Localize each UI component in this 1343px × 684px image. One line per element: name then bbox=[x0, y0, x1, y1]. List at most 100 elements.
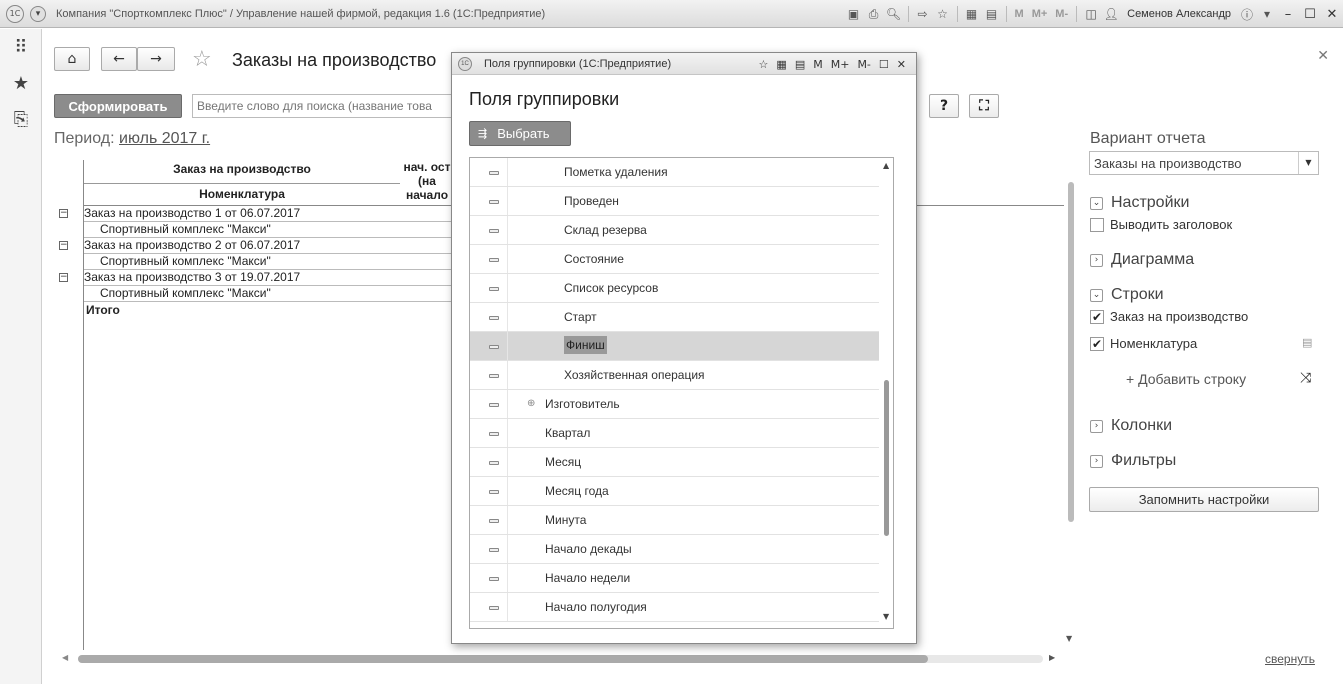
select-button[interactable]: ⇶ Выбрать bbox=[469, 121, 571, 146]
checkbox-checked[interactable]: ✔ bbox=[1090, 336, 1104, 351]
expand-icon[interactable]: ⊕ bbox=[527, 398, 535, 409]
chevron-down-icon[interactable]: ▾ bbox=[1257, 4, 1277, 24]
report-row[interactable]: Заказ на производство 3 от 19.07.2017 bbox=[84, 270, 452, 286]
sections-grid-icon[interactable]: ⠿ bbox=[0, 29, 42, 65]
variant-select[interactable]: Заказы на производство ▼ bbox=[1089, 151, 1319, 175]
grouping-field-item[interactable]: Пометка удаления bbox=[470, 158, 879, 187]
scroll-left-icon[interactable]: ◀ bbox=[62, 653, 68, 662]
report-row[interactable]: Заказ на производство 1 от 06.07.2017 bbox=[84, 206, 452, 222]
report-row[interactable]: Спортивный комплекс "Макси" bbox=[84, 222, 452, 238]
chevron-down-icon: ⌄ bbox=[1090, 196, 1103, 210]
toolbar-separator bbox=[907, 6, 909, 22]
collapse-icon[interactable]: − bbox=[59, 241, 68, 250]
grouping-field-label: Старт bbox=[564, 310, 597, 324]
generate-button[interactable]: Сформировать bbox=[54, 94, 182, 118]
section-columns[interactable]: › Колонки bbox=[1090, 417, 1172, 435]
scroll-down-icon[interactable]: ▼ bbox=[1066, 634, 1072, 643]
grouping-field-item[interactable]: Состояние bbox=[470, 245, 879, 274]
memory-minus-button[interactable]: M- bbox=[857, 58, 870, 71]
grouping-fields-list[interactable]: Начало полугодия Начало недели Начало дека… bbox=[469, 157, 894, 629]
collapse-icon[interactable]: − bbox=[59, 273, 68, 282]
memory-plus-button[interactable]: M+ bbox=[1032, 8, 1048, 20]
favorites-icon[interactable]: ☆ bbox=[933, 4, 953, 24]
list-scrollbar-thumb[interactable] bbox=[884, 380, 889, 536]
grouping-field-item[interactable]: Финиш bbox=[470, 332, 879, 361]
preview-icon[interactable]: 🔍︎ bbox=[884, 4, 904, 24]
horizontal-scrollbar[interactable] bbox=[78, 655, 928, 663]
scroll-right-icon[interactable]: ▶ bbox=[1049, 653, 1055, 662]
show-header-checkbox[interactable]: Выводить заголовок bbox=[1090, 217, 1232, 232]
grouping-field-item[interactable]: Старт bbox=[470, 303, 879, 332]
maximize-icon[interactable]: ☐ bbox=[879, 58, 889, 71]
report-row[interactable]: Заказ на производство 2 от 06.07.2017 bbox=[84, 238, 452, 254]
grouping-field-item[interactable]: Начало декады bbox=[470, 535, 879, 564]
save-icon[interactable]: ▣ bbox=[844, 4, 864, 24]
forward-button[interactable]: → bbox=[137, 47, 175, 71]
memory-plus-button[interactable]: M+ bbox=[831, 58, 850, 71]
grouping-icon[interactable]: ▤ bbox=[1302, 336, 1312, 349]
grouping-field-item[interactable]: ⊕ Изготовитель bbox=[470, 390, 879, 419]
add-row-button[interactable]: + Добавить строку bbox=[1126, 371, 1246, 387]
minimize-icon[interactable]: – bbox=[1277, 7, 1299, 22]
add-to-favorites-icon[interactable]: ☆ bbox=[192, 47, 212, 72]
memory-button[interactable]: M bbox=[1015, 8, 1024, 20]
search-input[interactable] bbox=[192, 94, 454, 118]
section-label: Строки bbox=[1111, 286, 1164, 303]
calculator-icon[interactable]: ▦ bbox=[962, 4, 982, 24]
calculator-icon[interactable]: ▦ bbox=[776, 58, 786, 71]
calendar-icon[interactable]: ▤ bbox=[795, 58, 805, 71]
period-link[interactable]: июль 2017 г. bbox=[119, 130, 210, 147]
close-window-icon[interactable]: ✕ bbox=[1321, 7, 1343, 22]
row-field-nomenclature[interactable]: ✔ Номенклатура bbox=[1090, 336, 1197, 351]
calendar-icon[interactable]: ▤ bbox=[982, 4, 1002, 24]
save-settings-button[interactable]: Запомнить настройки bbox=[1089, 487, 1319, 512]
user-name[interactable]: Семенов Александр bbox=[1127, 8, 1231, 20]
scroll-down-icon[interactable]: ▼ bbox=[883, 612, 889, 621]
info-icon[interactable]: ⓘ bbox=[1237, 4, 1257, 24]
checkbox-box[interactable] bbox=[1090, 217, 1104, 232]
report-row[interactable]: Спортивный комплекс "Макси" bbox=[84, 254, 452, 270]
scroll-up-icon[interactable]: ▲ bbox=[883, 161, 889, 170]
grouping-field-item[interactable]: Начало полугодия bbox=[470, 593, 879, 622]
maximize-icon[interactable]: ☐ bbox=[1299, 7, 1321, 22]
checkbox-checked[interactable]: ✔ bbox=[1090, 309, 1104, 324]
form-close-icon[interactable]: ✕ bbox=[1317, 48, 1329, 64]
grouping-field-item[interactable]: Месяц года bbox=[470, 477, 879, 506]
collapse-icon[interactable]: − bbox=[59, 209, 68, 218]
memory-button[interactable]: M bbox=[813, 58, 823, 71]
print-icon[interactable]: ⎙ bbox=[864, 4, 884, 24]
favorites-star-icon[interactable]: ★ bbox=[0, 65, 42, 101]
grouping-field-item[interactable]: Список ресурсов bbox=[470, 274, 879, 303]
section-settings[interactable]: ⌄ Настройки bbox=[1090, 194, 1189, 212]
main-menu-icon[interactable]: ▾ bbox=[30, 5, 46, 22]
grouping-field-item[interactable]: Начало недели bbox=[470, 564, 879, 593]
section-rows[interactable]: ⌄ Строки bbox=[1090, 286, 1164, 304]
row-field-order[interactable]: ✔ Заказ на производство bbox=[1090, 309, 1248, 324]
memory-minus-button[interactable]: M- bbox=[1055, 8, 1068, 20]
favorites-icon[interactable]: ☆ bbox=[759, 58, 769, 71]
grouping-field-item[interactable]: Хозяйственная операция bbox=[470, 361, 879, 390]
grouping-field-item[interactable]: Минута bbox=[470, 506, 879, 535]
user-icon: 👤︎ bbox=[1103, 7, 1119, 21]
fullscreen-button[interactable]: ⛶ bbox=[969, 94, 999, 118]
home-button[interactable]: ⌂ bbox=[54, 47, 90, 71]
dropdown-arrow-icon[interactable]: ▼ bbox=[1298, 152, 1318, 174]
help-button[interactable]: ? bbox=[929, 94, 959, 118]
section-diagram[interactable]: › Диаграмма bbox=[1090, 251, 1194, 269]
grouping-field-item[interactable]: Проведен bbox=[470, 187, 879, 216]
grouping-field-item[interactable]: Месяц bbox=[470, 448, 879, 477]
go-to-link-icon[interactable]: ⇨ bbox=[913, 4, 933, 24]
section-filters[interactable]: › Фильтры bbox=[1090, 452, 1176, 470]
close-icon[interactable]: ✕ bbox=[897, 58, 906, 71]
panels-icon[interactable]: ◫ bbox=[1081, 4, 1101, 24]
chevron-down-icon: ⌄ bbox=[1090, 288, 1103, 302]
shuffle-icon[interactable]: ⤨ bbox=[1300, 370, 1311, 386]
collapse-link[interactable]: свернуть bbox=[1265, 652, 1315, 666]
history-icon[interactable]: ⎘ bbox=[0, 101, 42, 137]
report-vertical-scrollbar[interactable] bbox=[1068, 182, 1074, 522]
app-logo-icon[interactable]: 1С bbox=[6, 4, 24, 23]
grouping-field-item[interactable]: Склад резерва bbox=[470, 216, 879, 245]
back-button[interactable]: ← bbox=[101, 47, 137, 71]
report-row[interactable]: Спортивный комплекс "Макси" bbox=[84, 286, 452, 302]
grouping-field-item[interactable]: Квартал bbox=[470, 419, 879, 448]
